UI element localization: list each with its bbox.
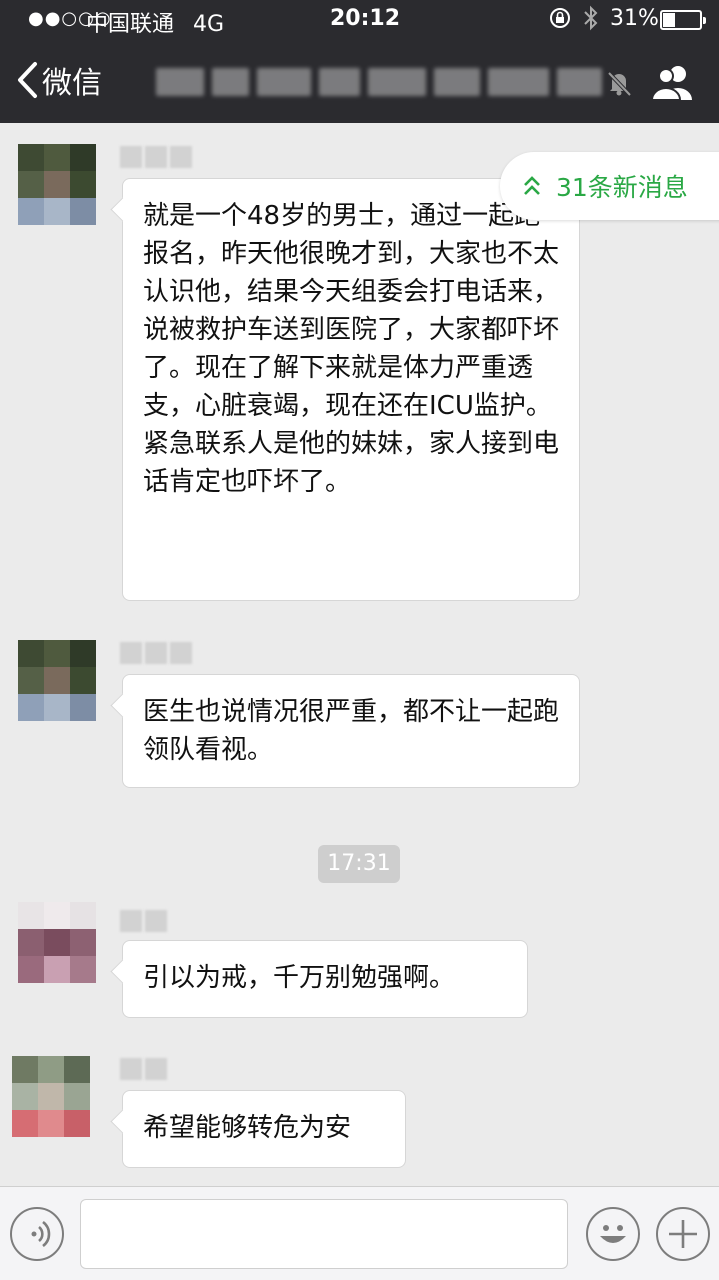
bluetooth-icon	[582, 5, 600, 37]
new-messages-badge[interactable]: 31条新消息	[500, 152, 719, 220]
message-bubble[interactable]: 希望能够转危为安	[122, 1090, 406, 1168]
battery-fill	[663, 13, 675, 27]
message-bubble[interactable]: 医生也说情况很严重，都不让一起跑领队看视。	[122, 674, 580, 788]
sender-name-obscured	[120, 910, 167, 932]
emoji-icon	[600, 1225, 626, 1243]
back-chevron-icon	[18, 62, 37, 98]
message-text: 引以为戒，千万别勉强啊。	[143, 963, 456, 993]
message-bubble[interactable]: 引以为戒，千万别勉强啊。	[122, 940, 528, 1018]
nav-bar: 微信	[0, 44, 719, 123]
message-bubble[interactable]: 就是一个48岁的男士，通过一起跑报名，昨天他很晚才到，大家也不太认识他，结果今天…	[122, 178, 580, 601]
battery-icon	[660, 10, 706, 30]
double-chevron-up-icon	[524, 176, 540, 195]
plus-icon	[669, 1220, 697, 1248]
chat-members-icon[interactable]	[650, 62, 694, 102]
emoji-button[interactable]	[586, 1207, 640, 1261]
time-separator: 17:31	[318, 845, 400, 883]
message-text: 医生也说情况很严重，都不让一起跑领队看视。	[143, 697, 560, 765]
mute-bell-icon	[607, 71, 632, 97]
avatar[interactable]	[18, 144, 96, 226]
top-bar: ●●○○○ 中国联通 4G 20:12 31% 微信	[0, 0, 719, 123]
message-text: 就是一个48岁的男士，通过一起跑报名，昨天他很晚才到，大家也不太认识他，结果今天…	[143, 201, 560, 497]
more-button[interactable]	[656, 1207, 710, 1261]
rotation-lock-icon	[548, 6, 572, 36]
network-type: 4G	[193, 12, 225, 37]
sender-name-obscured	[120, 642, 192, 664]
voice-button[interactable]	[10, 1207, 64, 1261]
message-input[interactable]	[80, 1199, 568, 1269]
new-messages-count: 31条新消息	[556, 173, 688, 202]
avatar[interactable]	[18, 640, 96, 722]
status-time: 20:12	[330, 6, 401, 31]
input-bar	[0, 1186, 719, 1280]
back-button[interactable]: 微信	[14, 58, 102, 102]
back-label: 微信	[42, 66, 102, 101]
voice-icon	[31, 1220, 51, 1248]
battery-percent: 31%	[610, 6, 659, 31]
carrier-network: 中国联通 4G	[86, 6, 224, 38]
carrier-name: 中国联通	[86, 12, 175, 37]
sender-name-obscured	[120, 1058, 167, 1080]
avatar[interactable]	[12, 1056, 90, 1138]
chat-title-obscured	[156, 64, 602, 100]
avatar[interactable]	[18, 902, 96, 984]
status-bar: ●●○○○ 中国联通 4G 20:12 31%	[0, 0, 719, 40]
message-text: 希望能够转危为安	[143, 1113, 352, 1143]
sender-name-obscured	[120, 146, 192, 168]
